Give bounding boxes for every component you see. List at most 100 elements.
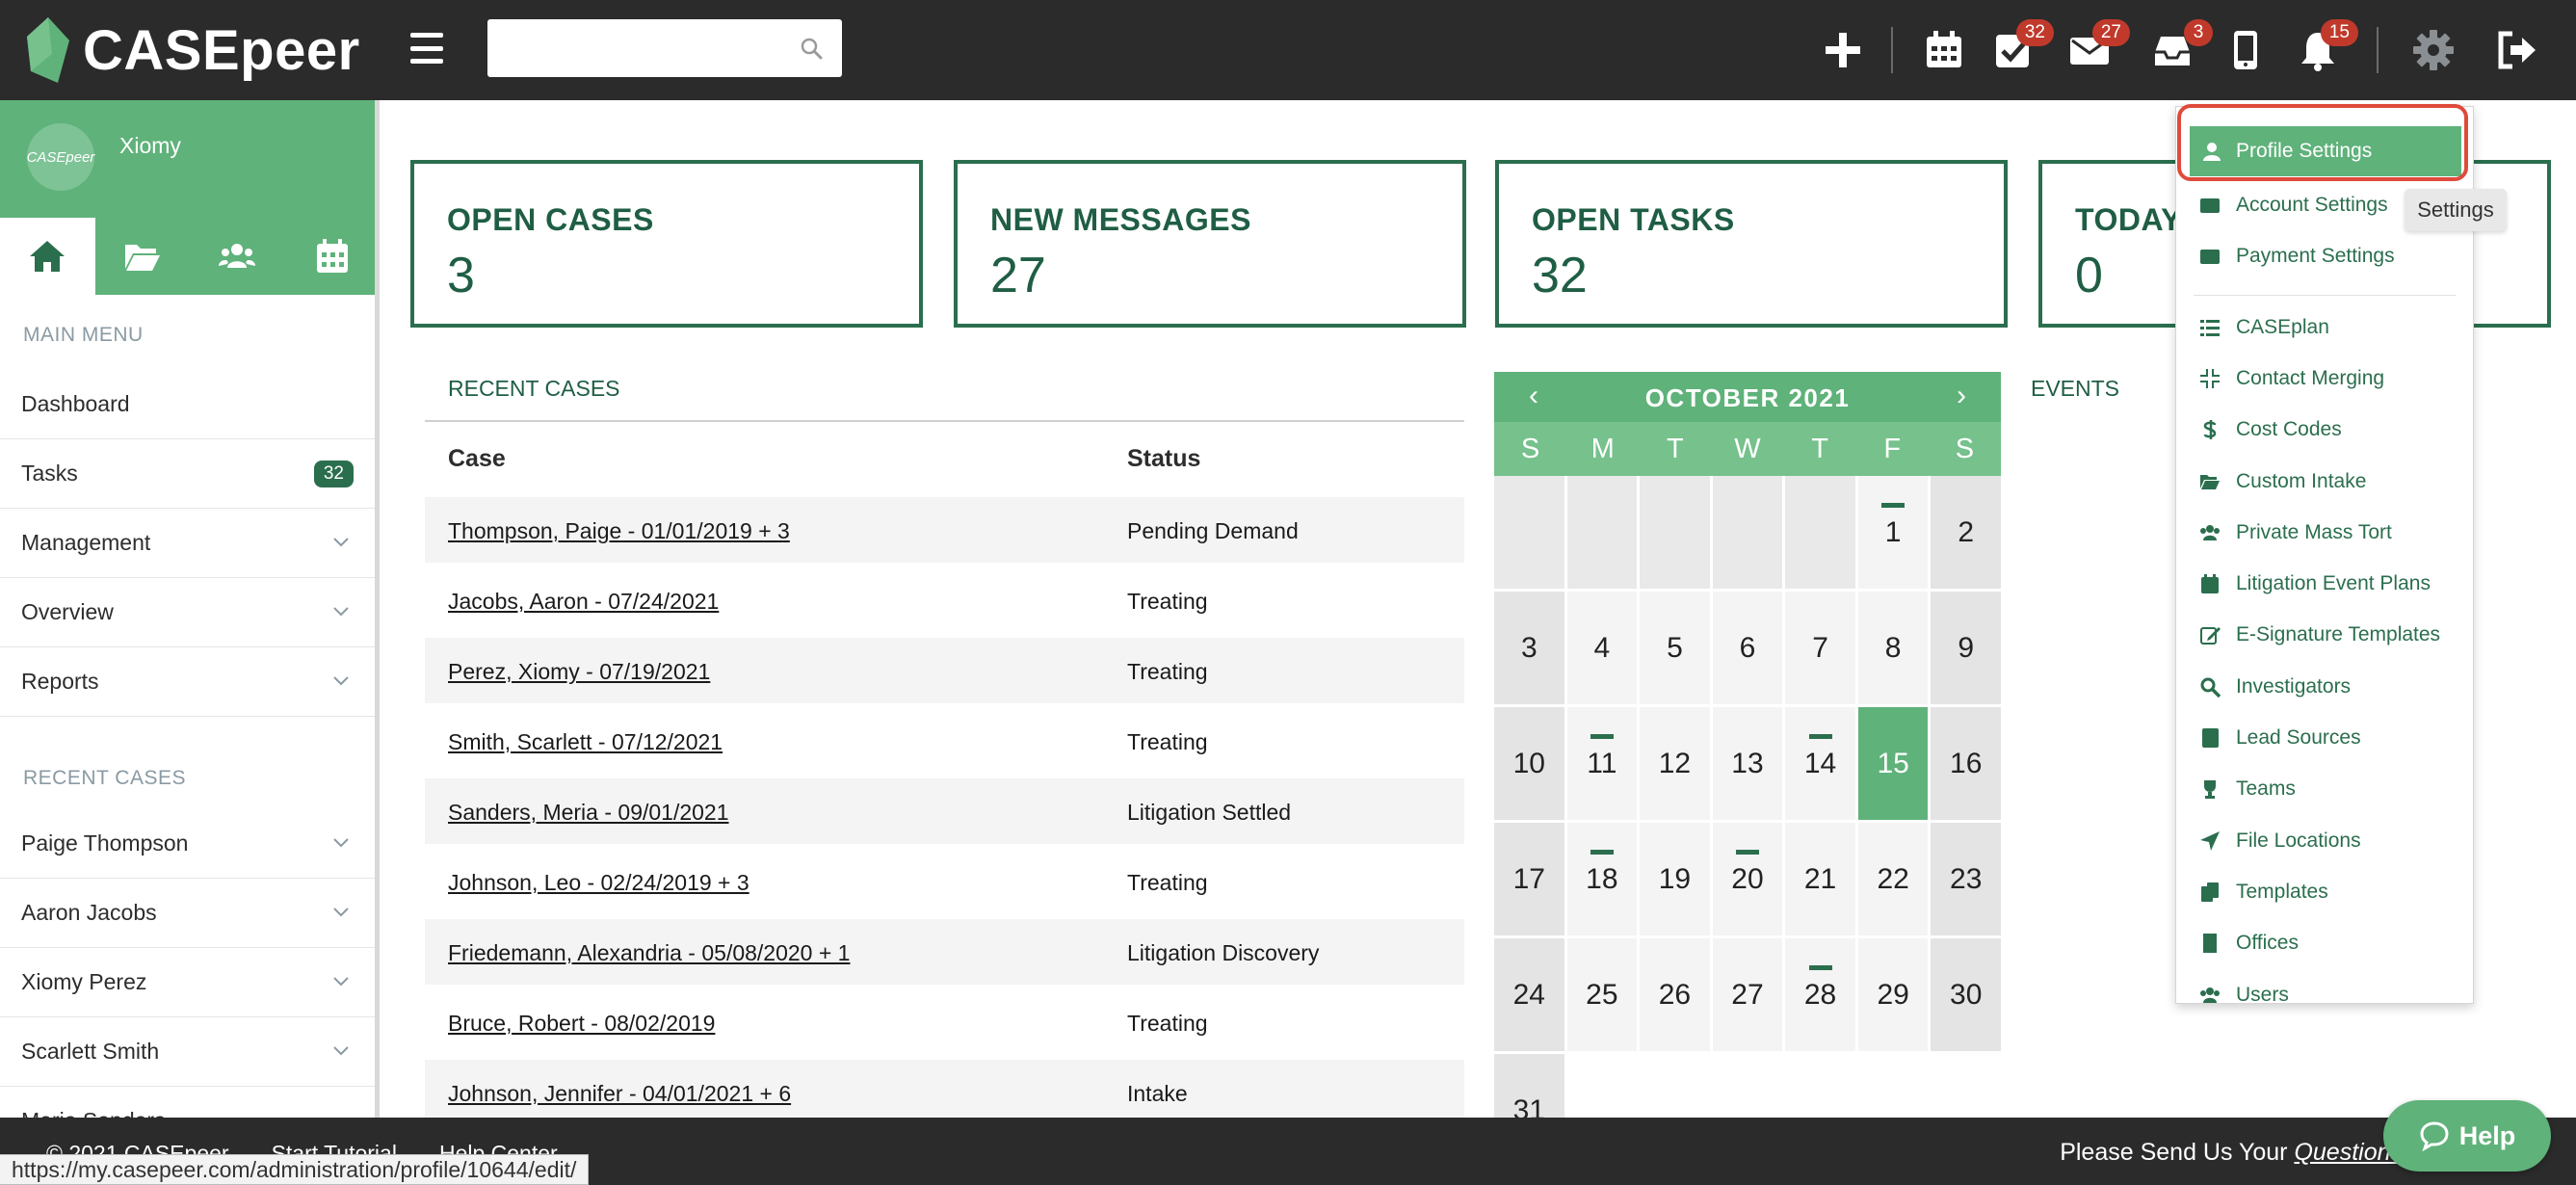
calendar-day[interactable]: 21 [1785,823,1855,935]
sidebar-recent-case[interactable]: Xiomy Perez [0,948,375,1017]
settings-menu-item-file-locations[interactable]: File Locations [2176,816,2473,866]
calendar-day[interactable]: 23 [1931,823,2001,935]
case-link[interactable]: Smith, Scarlett - 07/12/2021 [448,729,723,755]
calendar-day[interactable]: 22 [1857,823,1929,935]
calendar-day[interactable]: 30 [1931,938,2001,1051]
calendar-day[interactable]: 16 [1931,707,2001,820]
case-link[interactable]: Johnson, Jennifer - 04/01/2021 + 6 [448,1081,791,1107]
settings-menu-item-e-signature-templates[interactable]: E-Signature Templates [2176,610,2473,660]
next-month-button[interactable]: › [1957,380,1966,412]
calendar-day[interactable]: 26 [1640,938,1710,1051]
sidebar-item-overview[interactable]: Overview [0,578,375,647]
calendar-blank-cell [1785,476,1855,589]
calendar-day[interactable]: 18 [1566,823,1638,935]
settings-menu-item-caseplan[interactable]: CASEplan [2176,303,2473,353]
calendar-day[interactable]: 4 [1566,592,1638,704]
settings-menu-item-users[interactable]: Users [2176,970,2473,1020]
inbox-tray-icon[interactable]: 3 [2145,19,2213,79]
building-icon [2203,934,2217,954]
settings-menu-item-teams[interactable]: Teams [2176,764,2473,814]
calendar-icon[interactable] [1917,21,1971,79]
calendar-day[interactable]: 7 [1785,592,1855,704]
case-link[interactable]: Perez, Xiomy - 07/19/2021 [448,659,710,685]
calendar-day[interactable]: 6 [1712,592,1783,704]
new-messages-card[interactable]: NEW MESSAGES 27 [954,160,1466,328]
case-link[interactable]: Friedemann, Alexandria - 05/08/2020 + 1 [448,940,850,966]
calendar-day[interactable]: 5 [1640,592,1710,704]
calendar-day[interactable]: 24 [1494,938,1564,1051]
calendar-day[interactable]: 29 [1857,938,1929,1051]
mobile-phone-icon[interactable] [2219,21,2273,79]
copy-icon [2201,882,2219,902]
sidebar-recent-case[interactable]: Scarlett Smith [0,1017,375,1087]
open-tasks-card[interactable]: OPEN TASKS 32 [1495,160,2008,328]
sidebar-recent-case[interactable]: Aaron Jacobs [0,879,375,948]
calendar-day[interactable]: 17 [1494,823,1564,935]
tab-home[interactable] [0,218,95,295]
search-input[interactable] [487,19,796,75]
help-button[interactable]: Help [2383,1100,2551,1172]
avatar[interactable]: CASEpeer [27,123,94,191]
tab-cases[interactable] [95,218,191,295]
hamburger-menu-icon[interactable] [410,33,443,64]
profile-settings-highlight [2177,104,2468,181]
settings-menu-item-contact-merging[interactable]: Contact Merging [2176,354,2473,404]
case-link[interactable]: Bruce, Robert - 08/02/2019 [448,1011,715,1037]
calendar-day[interactable]: 1 [1857,476,1929,589]
tab-calendar[interactable] [285,218,376,295]
calendar-icon [316,239,348,273]
settings-menu-item-offices[interactable]: Offices [2176,918,2473,968]
calendar-day[interactable]: 27 [1712,938,1783,1051]
case-link[interactable]: Jacobs, Aaron - 07/24/2021 [448,589,719,615]
settings-menu-item-custom-intake[interactable]: Custom Intake [2176,457,2473,507]
sidebar-item-reports[interactable]: Reports [0,647,375,717]
sidebar-item-management[interactable]: Management [0,509,375,578]
day-number: 4 [1593,631,1611,664]
casepeer-logo[interactable]: CASEpeer [25,12,360,89]
calendar-day[interactable]: 8 [1857,592,1929,704]
sidebar-item-dashboard[interactable]: Dashboard [0,370,375,439]
sidebar-item-label: Scarlett Smith [21,1039,160,1064]
messages-envelope-icon[interactable]: 27 [2063,19,2130,79]
sidebar-item-tasks[interactable]: Tasks 32 [0,439,375,509]
sidebar-recent-case[interactable]: Paige Thompson [0,809,375,879]
calendar-day[interactable]: 28 [1785,938,1855,1051]
notifications-bell-icon[interactable]: 15 [2291,19,2358,79]
sidebar-recent-case[interactable]: Meria Sanders [0,1087,375,1118]
search-icon[interactable] [800,37,823,60]
calendar-day[interactable]: 13 [1712,707,1783,820]
calendar-day[interactable]: 12 [1640,707,1710,820]
day-number: 22 [1877,862,1909,895]
calendar-day[interactable]: 3 [1494,592,1564,704]
logout-icon[interactable] [2489,21,2543,79]
settings-menu-item-litigation-event-plans[interactable]: Litigation Event Plans [2176,559,2473,609]
settings-menu-item-lead-sources[interactable]: Lead Sources [2176,713,2473,763]
gear-icon[interactable] [2406,21,2460,79]
calendar-day[interactable]: 2 [1931,476,2001,589]
users-icon [219,244,256,268]
settings-menu-item-private-mass-tort[interactable]: Private Mass Tort [2176,508,2473,558]
case-link[interactable]: Sanders, Meria - 09/01/2021 [448,800,729,826]
chevron-down-icon [333,1046,349,1056]
settings-menu-item-payment-settings[interactable]: Payment Settings [2176,231,2473,281]
case-link[interactable]: Thompson, Paige - 01/01/2019 + 3 [448,518,790,544]
tab-contacts[interactable] [190,218,285,295]
calendar-day-today[interactable]: 15 [1857,707,1929,820]
calendar-day[interactable]: 19 [1640,823,1710,935]
credit-card-icon [2200,250,2220,265]
case-link[interactable]: Johnson, Leo - 02/24/2019 + 3 [448,870,749,896]
calendar-day[interactable]: 20 [1712,823,1783,935]
settings-menu-item-cost-codes[interactable]: Cost Codes [2176,405,2473,455]
inbox-count-badge: 3 [2184,19,2213,46]
add-new-plus-icon[interactable] [1816,21,1870,79]
calendar-day[interactable]: 25 [1566,938,1638,1051]
calendar-day[interactable]: 14 [1785,707,1855,820]
settings-menu-item-investigators[interactable]: Investigators [2176,662,2473,712]
calendar-day[interactable]: 10 [1494,707,1564,820]
tasks-check-icon[interactable]: 32 [1986,19,2054,79]
calendar-day[interactable]: 9 [1931,592,2001,704]
stat-value: 0 [2075,248,2103,303]
open-cases-card[interactable]: OPEN CASES 3 [410,160,923,328]
settings-menu-item-templates[interactable]: Templates [2176,867,2473,917]
calendar-day[interactable]: 11 [1566,707,1638,820]
